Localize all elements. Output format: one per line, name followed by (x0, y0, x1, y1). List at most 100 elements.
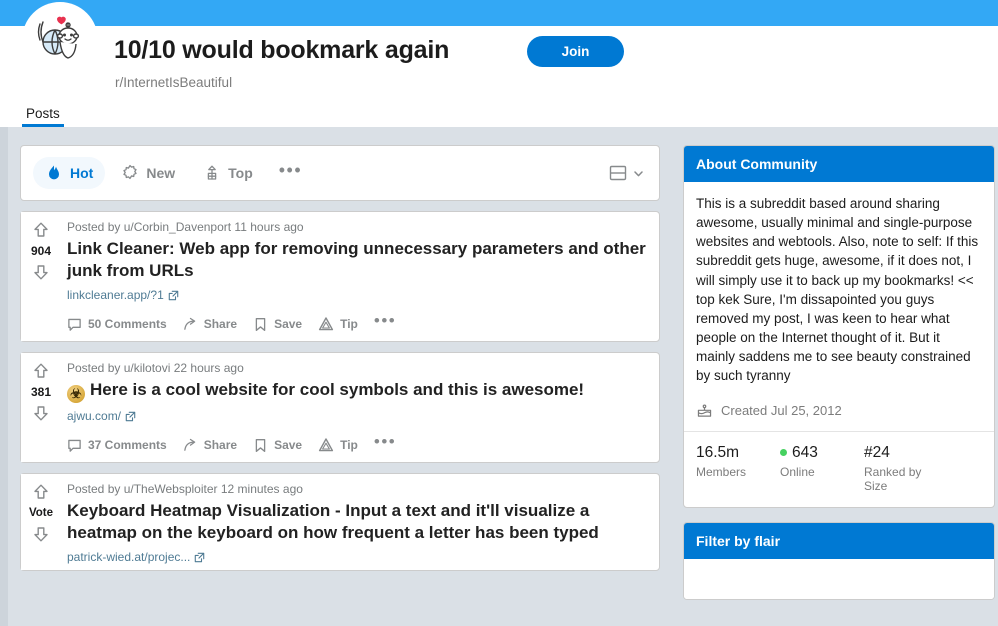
downvote-icon[interactable] (31, 403, 51, 423)
sort-option-top[interactable]: Top (191, 157, 265, 189)
community-tabbar: Posts (0, 100, 998, 127)
stat-online: 643 Online (780, 444, 864, 493)
community-stats: 16.5m Members 643 Online #24 Ranked by S… (684, 430, 994, 507)
share-label: Share (203, 438, 238, 453)
tip-button[interactable]: Tip (318, 316, 358, 332)
comments-button[interactable]: 50 Comments (67, 317, 167, 332)
share-icon (183, 438, 195, 451)
sort-option-new[interactable]: New (109, 157, 187, 189)
about-community-description: This is a subreddit based around sharing… (696, 196, 979, 384)
post-link-label: ajwu.com/ (67, 409, 122, 424)
cake-icon (697, 404, 712, 417)
card-view-icon (609, 165, 627, 181)
upvote-icon[interactable] (31, 220, 51, 240)
upvote-icon[interactable] (31, 361, 51, 381)
sort-option-top-label: Top (228, 165, 253, 181)
filter-by-flair-card: Filter by flair (683, 521, 995, 600)
vote-score: Vote (28, 507, 54, 520)
post-item[interactable]: 381 Posted by u/kilotovi 22 hours ago ☣ H… (20, 352, 660, 464)
community-handle: r/InternetIsBeautiful (115, 75, 233, 90)
sidebar: About Community This is a subreddit base… (683, 145, 995, 614)
stat-online-label: Online (780, 464, 815, 479)
share-button[interactable]: Share (183, 438, 237, 453)
save-button[interactable]: Save (253, 438, 302, 453)
post-link[interactable]: linkcleaner.app/?1 (67, 288, 179, 302)
comments-button[interactable]: 37 Comments (67, 438, 167, 453)
stat-rank-label: Ranked by Size (864, 464, 922, 493)
chevron-down-icon (634, 170, 643, 176)
page-title: 10/10 would bookmark again (114, 36, 450, 64)
external-link-icon (168, 290, 179, 300)
tip-label: Tip (340, 438, 358, 453)
about-community-heading: About Community (684, 146, 994, 182)
post-title[interactable]: Link Cleaner: Web app for removing unnec… (67, 238, 649, 282)
upvote-icon[interactable] (31, 482, 51, 502)
reddit-community-page: 10/10 would bookmark again r/InternetIsB… (0, 0, 998, 626)
post-body: Posted by u/TheWebsploiter 12 minutes ag… (61, 474, 659, 570)
stat-online-value: 643 (792, 443, 818, 461)
comments-label: 50 Comments (88, 317, 167, 332)
stat-online-value-wrap: 643 (780, 444, 864, 462)
comment-icon (68, 318, 81, 331)
vote-column: Vote (21, 474, 61, 571)
flame-icon (49, 165, 59, 180)
post-title[interactable]: Keyboard Heatmap Visualization - Input a… (67, 500, 649, 544)
share-label: Share (203, 317, 238, 332)
post-actions: 37 Comments Share Save Tip ••• (67, 429, 649, 462)
stat-members-label: Members (696, 464, 747, 479)
filter-by-flair-heading: Filter by flair (684, 522, 994, 559)
online-status-dot-icon (780, 449, 787, 457)
join-button[interactable]: Join (527, 36, 624, 67)
community-created-date: Created Jul 25, 2012 (684, 394, 994, 431)
tip-button[interactable]: Tip (318, 437, 358, 453)
post-item[interactable]: Vote Posted by u/TheWebsploiter 12 minut… (20, 473, 660, 572)
post-link-label: linkcleaner.app/?1 (67, 288, 164, 303)
vote-column: 381 (21, 353, 61, 463)
tab-posts[interactable]: Posts (22, 102, 64, 127)
community-banner (0, 0, 998, 26)
post-title[interactable]: ☣ Here is a cool website for cool symbols… (67, 379, 649, 404)
external-link-icon (125, 411, 136, 421)
sort-option-hot-label: Hot (70, 165, 94, 181)
bookmark-icon (255, 438, 266, 452)
tip-label: Tip (340, 317, 358, 332)
stat-rank-value: #24 (864, 443, 890, 461)
post-link[interactable]: ajwu.com/ (67, 409, 136, 423)
stat-members: 16.5m Members (696, 444, 780, 493)
save-label: Save (274, 438, 303, 453)
downvote-icon[interactable] (31, 524, 51, 544)
sparkle-icon (123, 164, 137, 180)
post-more-button[interactable]: ••• (374, 433, 396, 450)
sort-more-button[interactable]: ••• (269, 161, 312, 179)
share-button[interactable]: Share (183, 317, 237, 332)
sort-option-hot[interactable]: Hot (33, 157, 106, 189)
stat-members-value: 16.5m (696, 443, 740, 461)
tip-triangle-icon (318, 317, 334, 331)
post-title-text: Here is a cool website for cool symbols … (90, 380, 585, 400)
downvote-icon[interactable] (31, 262, 51, 282)
post-body: Posted by u/kilotovi 22 hours ago ☣ Here … (61, 353, 659, 462)
trophy-chart-icon (207, 165, 217, 180)
comments-label: 37 Comments (88, 438, 167, 453)
community-created-label: Created Jul 25, 2012 (721, 402, 842, 418)
bookmark-icon (255, 317, 266, 331)
tab-posts-label: Posts (26, 105, 60, 121)
post-sort-bar: Hot New Top ••• (20, 145, 660, 201)
save-label: Save (274, 317, 303, 332)
sort-option-new-label: New (146, 165, 176, 181)
about-community-card: About Community This is a subreddit base… (683, 145, 995, 508)
tip-triangle-icon (318, 438, 334, 452)
save-button[interactable]: Save (253, 317, 302, 332)
comment-icon (68, 439, 81, 452)
post-item[interactable]: 904 Posted by u/Corbin_Davenport 11 hour… (20, 211, 660, 343)
external-link-icon (195, 552, 205, 563)
community-avatar[interactable] (22, 2, 98, 78)
main-content: Hot New Top ••• 904 Posted by u/Corbin_D… (20, 145, 660, 581)
post-more-button[interactable]: ••• (374, 312, 396, 329)
post-link[interactable]: patrick-wied.at/projec... (67, 550, 205, 564)
vote-score: 904 (30, 244, 52, 258)
post-meta: Posted by u/kilotovi 22 hours ago (67, 361, 244, 376)
filter-by-flair-body (684, 558, 994, 599)
view-layout-toggle[interactable] (608, 163, 645, 183)
biohazard-emoji-icon: ☣ (67, 385, 85, 404)
